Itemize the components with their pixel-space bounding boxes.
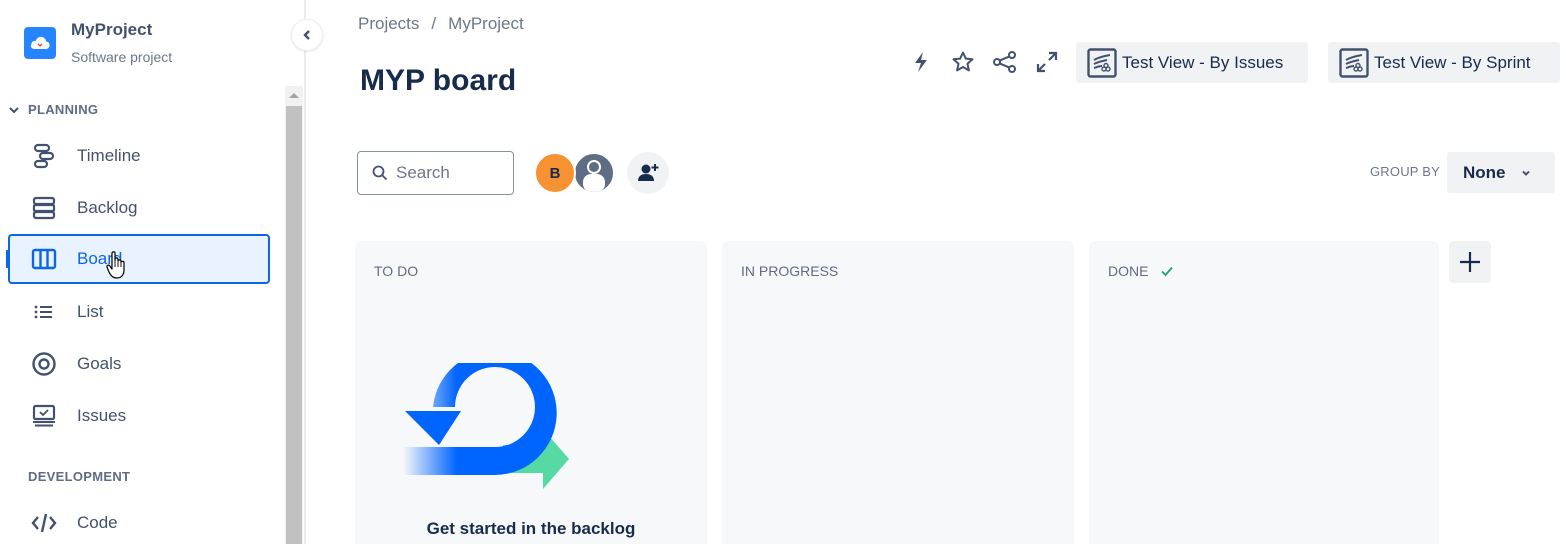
header-actions: [905, 46, 1073, 78]
column-title-text: TO DO: [374, 263, 419, 279]
section-planning-label: PLANNING: [28, 102, 99, 117]
sidebar-item-issues[interactable]: Issues: [8, 391, 270, 441]
search-input[interactable]: [396, 163, 506, 183]
breadcrumb-projects[interactable]: Projects: [358, 14, 419, 34]
sidebar-item-code[interactable]: Code: [8, 498, 270, 544]
column-title: IN PROGRESS: [741, 263, 838, 279]
add-people-button[interactable]: [627, 152, 669, 194]
search-field[interactable]: [357, 151, 514, 195]
board-column-todo: TO DO Get started in the backlog: [355, 241, 707, 544]
breadcrumb-myproject[interactable]: MyProject: [448, 14, 524, 34]
sidebar-item-label: Code: [77, 513, 118, 532]
chevron-down-icon: [1521, 170, 1530, 176]
star-icon: [952, 51, 974, 72]
board-icon: [30, 245, 58, 273]
chevron-left-icon: [303, 30, 310, 40]
search-icon: [372, 165, 388, 181]
page-title: MYP board: [360, 64, 517, 97]
column-title-text: DONE: [1108, 263, 1149, 279]
sidebar-item-label: Timeline: [77, 146, 141, 165]
sidebar-item-timeline[interactable]: Timeline: [8, 131, 270, 181]
collapse-sidebar-button[interactable]: [291, 19, 323, 51]
column-title: DONE: [1108, 263, 1174, 279]
project-type: Software project: [71, 49, 173, 65]
share-icon: [993, 51, 1016, 73]
view-by-sprint-button[interactable]: Test View - By Sprint: [1328, 42, 1560, 83]
cloud-icon: [24, 27, 56, 59]
list-icon: [30, 298, 58, 326]
breadcrumb-separator: /: [431, 14, 437, 33]
sidebar-item-label: Goals: [77, 354, 122, 373]
view-by-sprint-label: Test View - By Sprint: [1374, 52, 1531, 72]
expand-icon: [1036, 51, 1058, 73]
section-development: DEVELOPMENT: [28, 469, 130, 484]
sidebar: MyProject Software project PLANNING Time…: [0, 0, 306, 544]
group-by-select[interactable]: None: [1447, 152, 1555, 193]
sidebar-item-board[interactable]: Board: [6, 234, 270, 284]
timeline-icon: [30, 142, 58, 170]
view-by-issues-button[interactable]: Test View - By Issues: [1076, 42, 1308, 83]
sidebar-scrollbar[interactable]: [285, 86, 303, 544]
section-development-label: DEVELOPMENT: [28, 469, 131, 484]
sidebar-item-label: List: [77, 302, 104, 321]
chevron-down-icon: [9, 106, 19, 113]
column-title: TO DO: [374, 263, 418, 279]
user-placeholder-icon: [583, 160, 605, 192]
board-column-in-progress: IN PROGRESS: [722, 241, 1074, 544]
plus-icon: [1460, 252, 1480, 272]
hand-pointer-cursor-icon: [106, 251, 125, 279]
sidebar-item-label: Backlog: [77, 198, 138, 217]
view-by-issues-label: Test View - By Issues: [1122, 52, 1284, 72]
custom-view-icon: [1338, 47, 1370, 79]
section-planning[interactable]: PLANNING: [8, 102, 98, 117]
scrollbar-thumb[interactable]: [286, 106, 302, 544]
backlog-loop-arrow-illustration: [403, 363, 569, 489]
custom-view-icon: [1086, 47, 1118, 79]
check-icon: [1161, 266, 1174, 277]
active-indicator: [6, 250, 10, 268]
code-icon: [30, 509, 58, 537]
project-name: MyProject: [71, 20, 153, 39]
backlog-icon: [30, 194, 58, 222]
group-by-value: None: [1463, 162, 1506, 182]
project-header[interactable]: MyProject Software project: [24, 18, 172, 68]
fullscreen-button[interactable]: [1031, 46, 1063, 78]
lightning-icon: [915, 52, 927, 72]
column-title-text: IN PROGRESS: [741, 263, 839, 279]
avatar-user-b[interactable]: B: [534, 152, 576, 194]
goals-icon: [30, 350, 58, 378]
scroll-up-arrow-icon[interactable]: [285, 86, 303, 104]
sidebar-item-list[interactable]: List: [8, 287, 270, 337]
sidebar-item-backlog[interactable]: Backlog: [8, 183, 270, 233]
sidebar-item-goals[interactable]: Goals: [8, 339, 270, 389]
group-by-label: GROUP BY: [1370, 164, 1440, 179]
avatar-user-default[interactable]: [573, 152, 615, 194]
share-button[interactable]: [989, 46, 1021, 78]
star-button[interactable]: [947, 46, 979, 78]
add-column-button[interactable]: [1449, 241, 1491, 283]
sidebar-item-label: Issues: [77, 406, 127, 425]
board-column-done: DONE: [1089, 241, 1439, 544]
issues-icon: [30, 402, 58, 430]
breadcrumb: Projects / MyProject: [358, 14, 524, 34]
add-person-icon: [638, 164, 659, 181]
automation-button[interactable]: [905, 46, 937, 78]
empty-state-text: Get started in the backlog: [426, 519, 636, 538]
